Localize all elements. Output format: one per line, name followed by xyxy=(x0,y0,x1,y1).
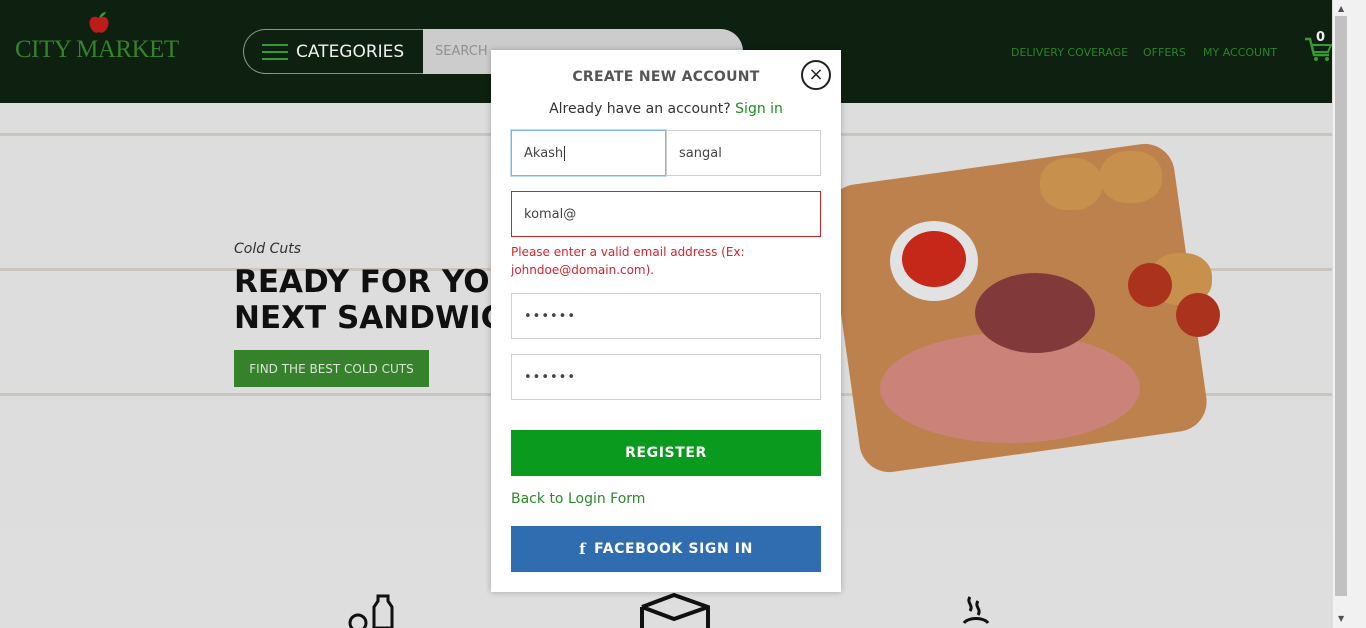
last-name-field[interactable]: sangal xyxy=(666,130,821,176)
facebook-sign-in-button[interactable]: f FACEBOOK SIGN IN xyxy=(511,526,821,572)
sign-in-link[interactable]: Sign in xyxy=(735,101,783,117)
scroll-up-arrow-icon[interactable]: ▲ xyxy=(1338,4,1344,13)
text-caret xyxy=(564,145,566,161)
close-icon[interactable]: × xyxy=(801,60,831,90)
scrollbar-thumb[interactable] xyxy=(1335,16,1347,596)
email-field[interactable]: komal@ xyxy=(511,191,821,237)
facebook-sign-in-label: FACEBOOK SIGN IN xyxy=(594,541,753,557)
email-error-message: Please enter a valid email address (Ex: … xyxy=(511,245,745,277)
facebook-icon: f xyxy=(579,540,587,558)
modal-title: CREATE NEW ACCOUNT xyxy=(572,69,760,85)
password-value: •••••• xyxy=(524,308,577,324)
scroll-down-arrow-icon[interactable]: ▼ xyxy=(1338,614,1344,623)
register-button[interactable]: REGISTER xyxy=(511,430,821,476)
email-value: komal@ xyxy=(524,206,577,222)
last-name-value: sangal xyxy=(679,145,722,161)
create-account-modal: CREATE NEW ACCOUNT × Already have an acc… xyxy=(491,50,841,592)
confirm-password-field[interactable]: •••••• xyxy=(511,354,821,400)
confirm-password-value: •••••• xyxy=(524,369,577,385)
back-to-login-link[interactable]: Back to Login Form xyxy=(511,491,645,507)
password-field[interactable]: •••••• xyxy=(511,293,821,339)
first-name-value: Akash xyxy=(524,145,564,161)
already-account-text: Already have an account? Sign in xyxy=(491,101,841,117)
already-account-label: Already have an account? xyxy=(549,101,731,117)
first-name-field[interactable]: Akash xyxy=(511,130,666,176)
